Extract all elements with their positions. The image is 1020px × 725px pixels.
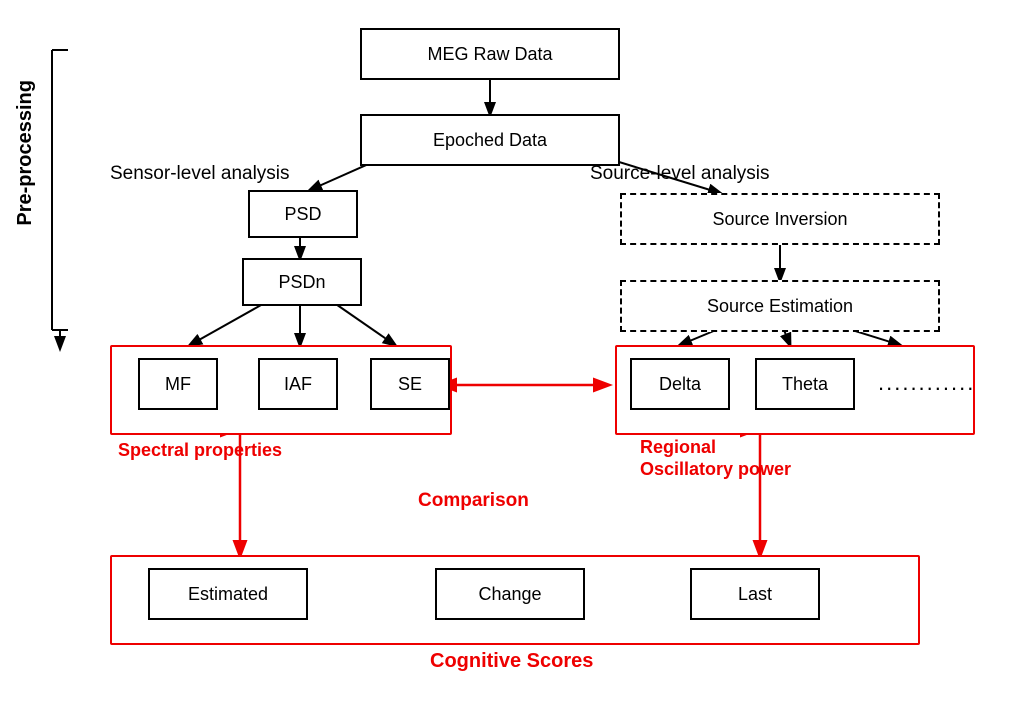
meg-raw-box: MEG Raw Data xyxy=(360,28,620,80)
source-level-label: Source-level analysis xyxy=(590,163,770,185)
source-estimation-box: Source Estimation xyxy=(620,280,940,332)
delta-label: Delta xyxy=(659,374,701,395)
change-label: Change xyxy=(478,584,541,605)
psdn-box: PSDn xyxy=(242,258,362,306)
source-inversion-box: Source Inversion xyxy=(620,193,940,245)
meg-raw-label: MEG Raw Data xyxy=(427,44,552,65)
dots-label: ............ xyxy=(878,370,975,396)
source-inversion-label: Source Inversion xyxy=(712,209,847,230)
last-box: Last xyxy=(690,568,820,620)
diagram: Pre-processing MEG Raw Data Epoched Data… xyxy=(0,0,1020,725)
comparison-label: Comparison xyxy=(418,490,529,512)
se-label: SE xyxy=(398,374,422,395)
last-label: Last xyxy=(738,584,772,605)
mf-box: MF xyxy=(138,358,218,410)
theta-box: Theta xyxy=(755,358,855,410)
change-box: Change xyxy=(435,568,585,620)
delta-box: Delta xyxy=(630,358,730,410)
estimated-box: Estimated xyxy=(148,568,308,620)
estimated-label: Estimated xyxy=(188,584,268,605)
iaf-box: IAF xyxy=(258,358,338,410)
psd-label: PSD xyxy=(284,204,321,225)
se-box: SE xyxy=(370,358,450,410)
psdn-label: PSDn xyxy=(278,272,325,293)
sensor-level-label: Sensor-level analysis xyxy=(110,163,290,185)
spectral-properties-label: Spectral properties xyxy=(118,440,282,461)
iaf-label: IAF xyxy=(284,374,312,395)
mf-label: MF xyxy=(165,374,191,395)
cognitive-scores-label: Cognitive Scores xyxy=(430,650,593,673)
regional-osc-label: Regional Oscillatory power xyxy=(640,437,791,480)
epoched-box: Epoched Data xyxy=(360,114,620,166)
theta-label: Theta xyxy=(782,374,828,395)
epoched-label: Epoched Data xyxy=(433,130,547,151)
preprocessing-label: Pre-processing xyxy=(14,80,37,226)
source-estimation-label: Source Estimation xyxy=(707,296,853,317)
psd-box: PSD xyxy=(248,190,358,238)
